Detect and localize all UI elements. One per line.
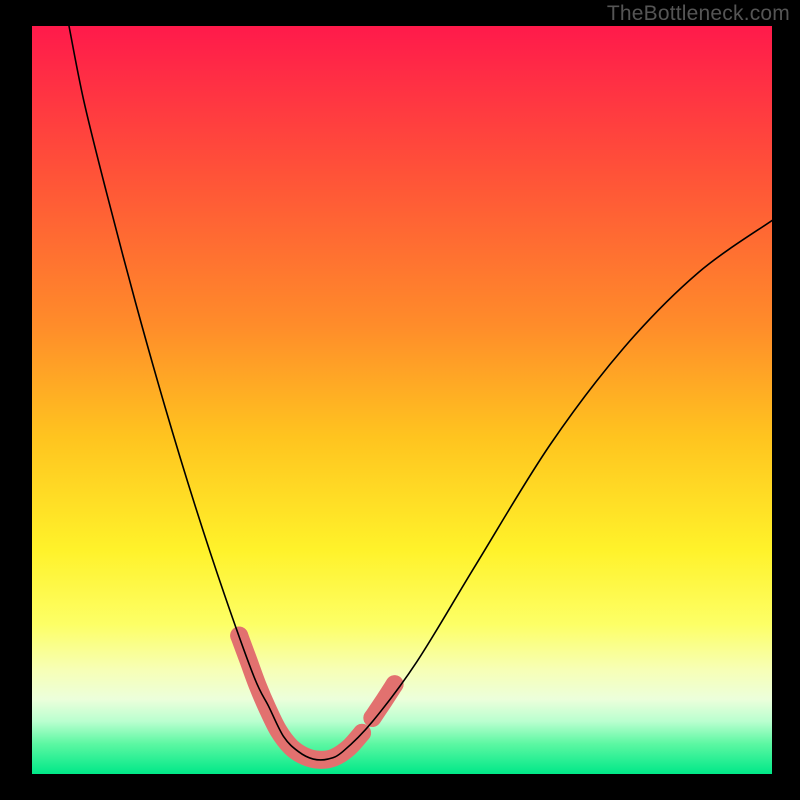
attribution-text: TheBottleneck.com — [607, 2, 790, 26]
gradient-background — [32, 26, 772, 774]
chart-stage: { "attribution": "TheBottleneck.com", "c… — [0, 0, 800, 800]
highlight-cap — [363, 709, 381, 727]
bottleneck-chart — [0, 0, 800, 800]
